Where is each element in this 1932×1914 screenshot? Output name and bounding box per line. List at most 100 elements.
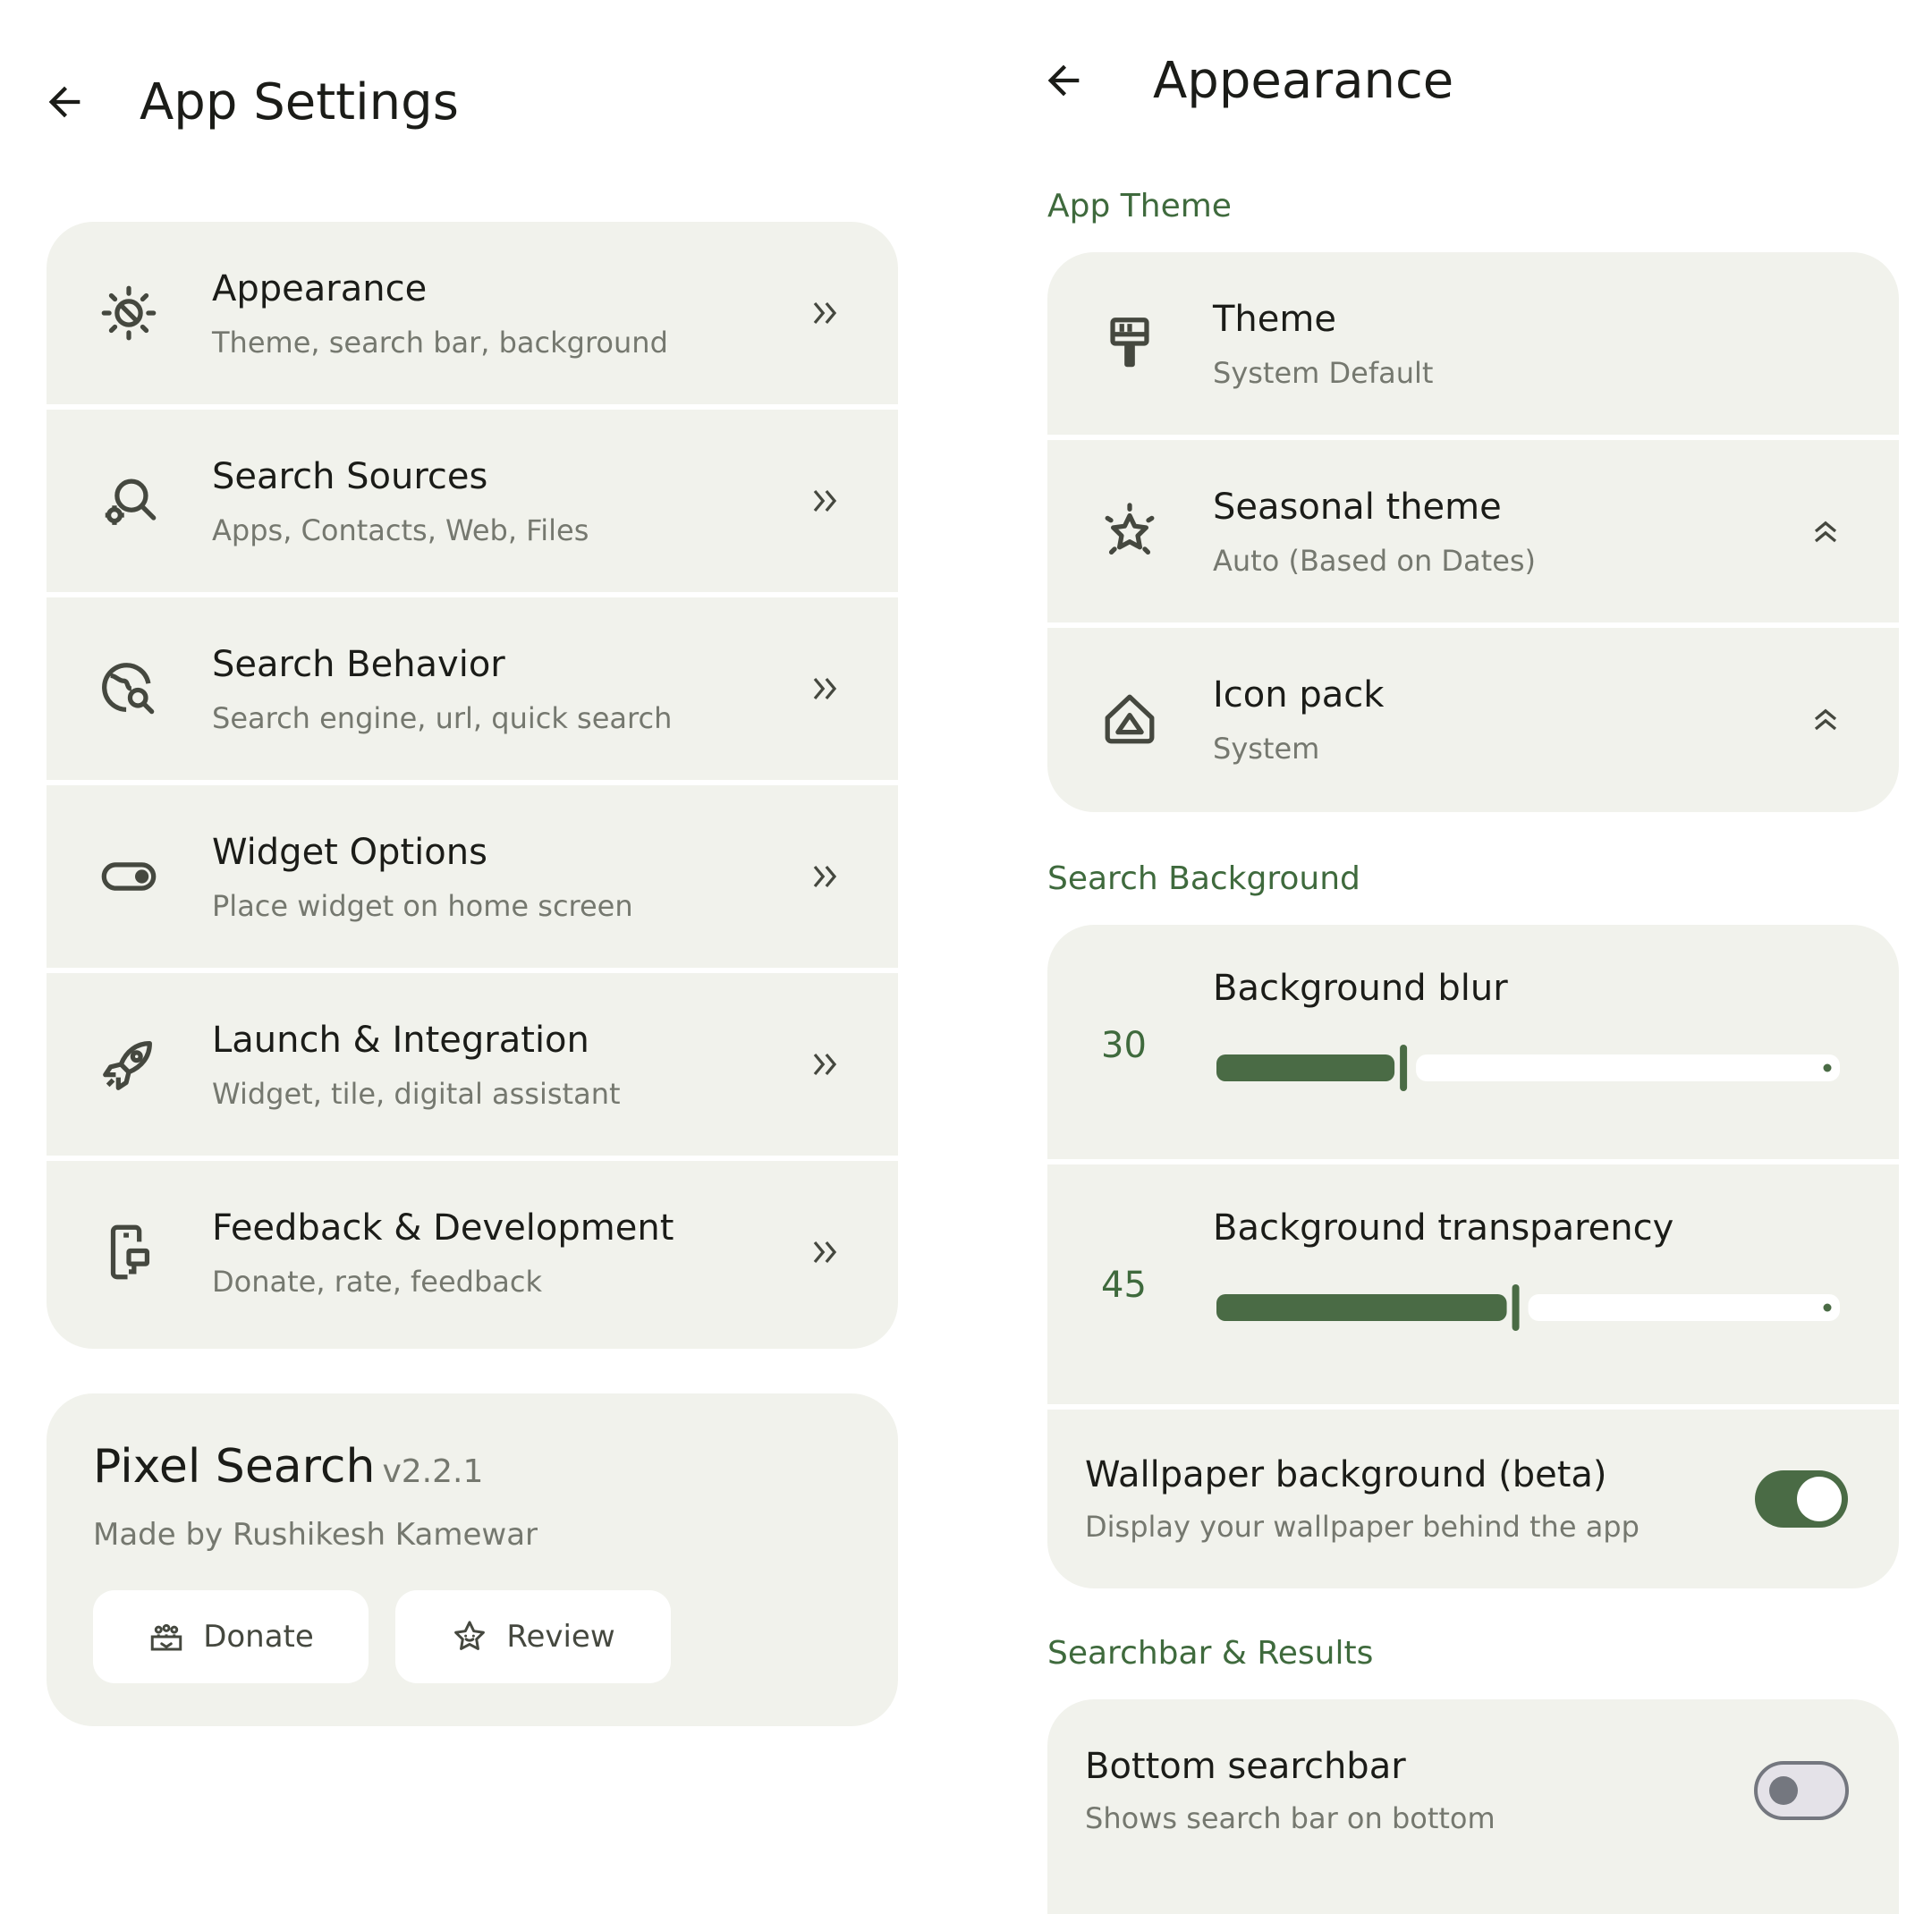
double-chevron-right-icon <box>813 301 837 325</box>
switch-on[interactable] <box>1753 1469 1850 1529</box>
settings-item-launch-integration[interactable]: Launch & Integration Widget, tile, digit… <box>47 973 898 1156</box>
search-background-group: Background blur 30 Background transparen… <box>1047 925 1899 1588</box>
setting-subtitle: Display your wallpaper behind the app <box>1085 1510 1640 1544</box>
settings-item-title: Appearance <box>212 268 428 309</box>
theme-setting[interactable]: Theme System Default <box>1047 252 1899 435</box>
wallpaper-background-setting[interactable]: Wallpaper background (beta) Display your… <box>1047 1410 1899 1588</box>
settings-item-subtitle: Theme, search bar, background <box>212 326 668 360</box>
home-shape-icon <box>1094 683 1165 755</box>
app-info-card: Pixel Search v2.2.1 Made by Rushikesh Kam… <box>47 1393 898 1726</box>
section-label-app-theme: App Theme <box>1047 188 1232 224</box>
top-app-bar: Appearance <box>1021 38 1453 123</box>
arrow-back-icon <box>48 86 80 118</box>
searchbar-results-group: Bottom searchbar Shows search bar on bot… <box>1047 1699 1899 1914</box>
settings-item-feedback-development[interactable]: Feedback & Development Donate, rate, fee… <box>47 1161 898 1349</box>
settings-item-widget-options[interactable]: Widget Options Place widget on home scre… <box>47 785 898 968</box>
wallpaper-switch[interactable] <box>1753 1469 1850 1529</box>
review-label: Review <box>506 1619 615 1655</box>
volunteer-icon <box>150 1623 182 1651</box>
travel-explore-icon <box>93 653 165 724</box>
transparency-slider-track[interactable] <box>1213 1284 1843 1331</box>
double-chevron-right-icon <box>813 489 837 512</box>
star-sparkle-icon <box>1094 495 1165 567</box>
donate-button[interactable]: Donate <box>93 1590 369 1683</box>
page-title: Appearance <box>1153 51 1454 110</box>
transparency-value: 45 <box>1101 1265 1147 1306</box>
setting-title: Wallpaper background (beta) <box>1085 1454 1607 1495</box>
setting-title: Background transparency <box>1213 1207 1674 1249</box>
switch-thumb <box>1769 1776 1798 1805</box>
rocket-icon <box>93 1029 165 1100</box>
settings-item-appearance[interactable]: Appearance Theme, search bar, background <box>47 222 898 404</box>
settings-item-title: Widget Options <box>212 832 487 873</box>
switch-thumb <box>1797 1477 1842 1521</box>
settings-item-title: Search Sources <box>212 456 488 497</box>
app-settings-screen: App Settings Appearance Theme, search ba… <box>0 0 966 1888</box>
bottom-searchbar-switch[interactable] <box>1753 1760 1850 1821</box>
blur-slider-track[interactable] <box>1213 1045 1843 1091</box>
background-blur-setting: Background blur 30 <box>1047 925 1899 1159</box>
app-theme-group: Theme System Default Seasonal theme Auto… <box>1047 252 1899 812</box>
bottom-searchbar-setting[interactable]: Bottom searchbar Shows search bar on bot… <box>1047 1699 1899 1914</box>
settings-item-subtitle: Place widget on home screen <box>212 889 633 923</box>
settings-menu: Appearance Theme, search bar, background… <box>47 222 898 1349</box>
setting-title: Seasonal theme <box>1213 487 1502 528</box>
appearance-screen: Appearance App Theme Theme System Defaul… <box>1001 0 1932 1914</box>
app-version: v2.2.1 <box>382 1453 484 1490</box>
slider-active-track <box>1216 1054 1395 1081</box>
settings-item-subtitle: Widget, tile, digital assistant <box>212 1077 621 1111</box>
slider-stop-indicator <box>1823 1303 1832 1312</box>
settings-item-title: Search Behavior <box>212 644 505 685</box>
slider-thumb <box>1512 1284 1520 1331</box>
back-button[interactable] <box>1021 38 1106 123</box>
app-author: Made by Rushikesh Kamewar <box>93 1517 538 1553</box>
setting-subtitle: Shows search bar on bottom <box>1085 1801 1496 1835</box>
arrow-back-icon <box>1047 64 1080 97</box>
app-info-title: Pixel Search v2.2.1 <box>93 1440 483 1494</box>
settings-item-subtitle: Search engine, url, quick search <box>212 701 673 735</box>
slider-thumb <box>1400 1045 1408 1091</box>
settings-item-title: Launch & Integration <box>212 1020 589 1061</box>
setting-value: System <box>1213 732 1320 766</box>
back-button[interactable] <box>21 59 107 145</box>
brightness-settings-icon <box>93 277 165 349</box>
setting-title: Theme <box>1213 299 1336 340</box>
double-chevron-up-icon <box>1814 708 1837 731</box>
setting-value: Auto (Based on Dates) <box>1213 544 1537 578</box>
blur-slider[interactable] <box>1213 1045 1843 1091</box>
section-label-search-background: Search Background <box>1047 860 1360 897</box>
section-label-searchbar-results: Searchbar & Results <box>1047 1635 1374 1672</box>
app-name: Pixel Search <box>93 1440 376 1494</box>
settings-item-search-sources[interactable]: Search Sources Apps, Contacts, Web, File… <box>47 410 898 592</box>
double-chevron-right-icon <box>813 865 837 888</box>
review-button[interactable]: Review <box>395 1590 671 1683</box>
double-chevron-up-icon <box>1814 521 1837 543</box>
settings-item-subtitle: Donate, rate, feedback <box>212 1265 543 1299</box>
slider-inactive-track <box>1416 1054 1840 1081</box>
donate-label: Donate <box>203 1619 314 1655</box>
background-transparency-setting: Background transparency 45 <box>1047 1164 1899 1404</box>
toggle-icon <box>93 841 165 912</box>
settings-item-search-behavior[interactable]: Search Behavior Search engine, url, quic… <box>47 597 898 780</box>
double-chevron-right-icon <box>813 1241 837 1264</box>
slider-active-track <box>1216 1294 1507 1321</box>
slider-inactive-track <box>1528 1294 1840 1321</box>
top-app-bar: App Settings <box>21 59 459 145</box>
settings-item-subtitle: Apps, Contacts, Web, Files <box>212 513 589 547</box>
icon-pack-setting[interactable]: Icon pack System <box>1047 628 1899 812</box>
switch-off[interactable] <box>1753 1760 1850 1821</box>
seasonal-theme-setting[interactable]: Seasonal theme Auto (Based on Dates) <box>1047 440 1899 622</box>
format-paint-icon <box>1094 308 1165 379</box>
setting-value: System Default <box>1213 356 1434 390</box>
device-feedback-icon <box>93 1216 165 1288</box>
star-review-icon <box>454 1621 486 1650</box>
setting-title: Background blur <box>1213 968 1508 1009</box>
blur-value: 30 <box>1101 1025 1147 1066</box>
transparency-slider[interactable] <box>1213 1284 1843 1331</box>
manage-search-icon <box>93 465 165 537</box>
setting-title: Bottom searchbar <box>1085 1746 1406 1787</box>
double-chevron-right-icon <box>813 1053 837 1076</box>
setting-title: Icon pack <box>1213 674 1385 716</box>
double-chevron-right-icon <box>813 677 837 700</box>
page-title: App Settings <box>140 72 459 131</box>
